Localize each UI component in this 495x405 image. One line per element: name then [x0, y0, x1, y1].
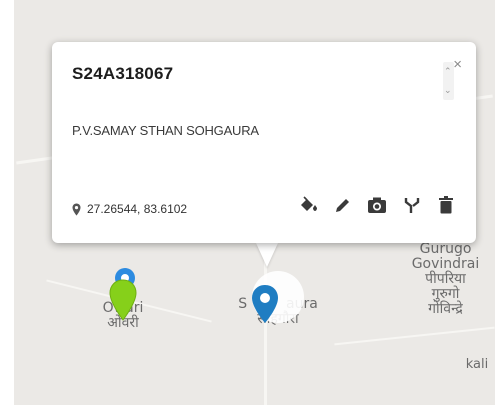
coordinates-row: 27.26544, 83.6102: [72, 202, 187, 216]
map-pin-icon: [72, 203, 81, 215]
location-popup: S24A318067 P.V.SAMAY STHAN SOHGAURA ⌃ ⌄ …: [52, 42, 476, 243]
pencil-icon[interactable]: [332, 194, 354, 216]
popup-title: S24A318067: [72, 64, 174, 83]
camera-icon[interactable]: [366, 194, 388, 216]
split-icon[interactable]: [401, 194, 423, 216]
map-label-govindrai: Gurugo Govindrai पीपरिया गुरुगो गोविन्द्…: [396, 241, 495, 318]
paint-bucket-icon[interactable]: [297, 194, 319, 216]
popup-actions: [297, 193, 457, 217]
trash-icon[interactable]: [435, 194, 457, 216]
map-label-kali: kali: [465, 357, 489, 372]
map-label-sohgaura-left: S: [238, 296, 248, 312]
close-icon[interactable]: ×: [453, 56, 462, 73]
popup-pointer: [256, 243, 278, 267]
map-label-gurugo: Gurugo: [419, 241, 472, 257]
green-map-pin-icon[interactable]: [109, 279, 137, 321]
coordinates-text: 27.26544, 83.6102: [87, 202, 188, 216]
map-road: [334, 326, 495, 346]
map-label-govindrai-en: Govindrai: [411, 256, 480, 273]
popup-subtitle: P.V.SAMAY STHAN SOHGAURA: [72, 123, 259, 138]
map-label-govindrai-hi: गोविन्द्रे: [428, 301, 463, 318]
selected-map-pin-icon[interactable]: [251, 284, 279, 324]
